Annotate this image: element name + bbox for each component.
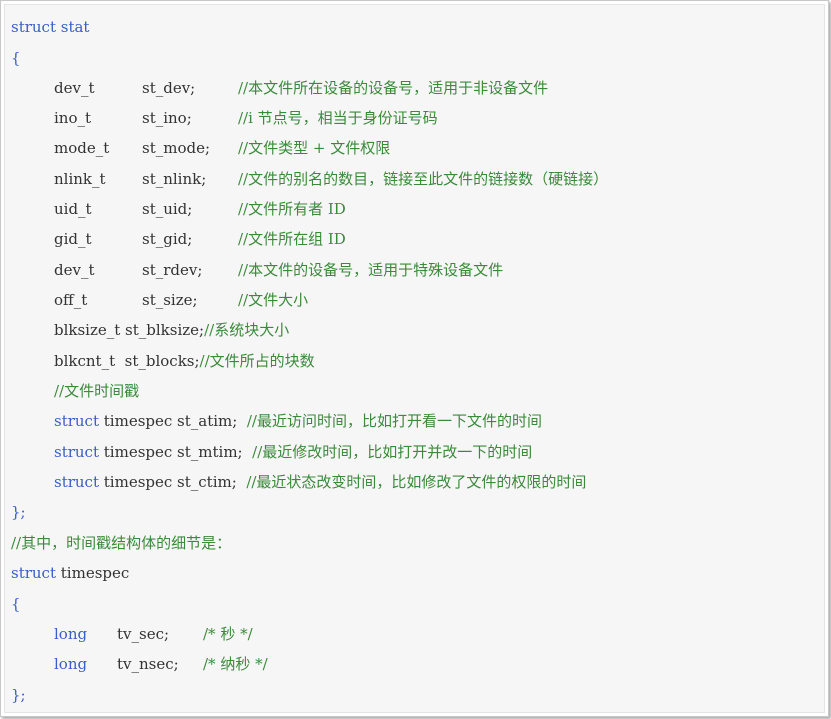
code-line-field: nlink_t st_nlink; //文件的别名的数目，链接至此文件的链接数（硬链… bbox=[54, 164, 608, 194]
keyword-struct: struct bbox=[54, 443, 99, 461]
field-decl: timespec st_ctim; bbox=[99, 473, 247, 491]
field-comment: //系统块大小 bbox=[204, 321, 290, 339]
code-line-field: ino_t st_ino; //i 节点号，相当于身份证号码 bbox=[54, 103, 438, 133]
code-line-field: mode_t st_mode; //文件类型 + 文件权限 bbox=[54, 133, 390, 163]
field-comment: /* 纳秒 */ bbox=[203, 655, 268, 673]
code-line-struct-timespec: struct timespec bbox=[11, 558, 129, 588]
code-line-field: off_t st_size; //文件大小 bbox=[54, 285, 308, 315]
code-line-ts-field: long tv_nsec; /* 纳秒 */ bbox=[54, 649, 268, 679]
field-member: st_rdev; bbox=[142, 261, 203, 279]
code-line-time-comment: //文件时间戳 bbox=[54, 382, 140, 400]
field-type: dev_t bbox=[54, 79, 95, 97]
field-type: mode_t bbox=[54, 139, 110, 157]
field-type: uid_t bbox=[54, 200, 92, 218]
code-line-time-field: struct timespec st_atim; //最近访问时间，比如打开看一… bbox=[54, 406, 542, 436]
field-comment: //文件所有者 ID bbox=[238, 200, 346, 218]
code-line-ts-field: long tv_sec; /* 秒 */ bbox=[54, 619, 253, 649]
field-member: st_dev; bbox=[142, 79, 196, 97]
code-snippet-frame: struct stat { dev_t st_dev; //本文件所在设备的设备号，… bbox=[0, 0, 829, 717]
code-line-blksize: blksize_t st_blksize;//系统块大小 bbox=[54, 315, 289, 345]
field-decl: timespec st_mtim; bbox=[99, 443, 253, 461]
field-comment: //文件的别名的数目，链接至此文件的链接数（硬链接） bbox=[238, 170, 609, 188]
code-line-field: uid_t st_uid; //文件所有者 ID bbox=[54, 194, 346, 224]
code-line-field: dev_t st_dev; //本文件所在设备的设备号，适用于非设备文件 bbox=[54, 73, 548, 103]
code-line-field: gid_t st_gid; //文件所在组 ID bbox=[54, 224, 346, 254]
field-comment: //本文件的设备号，适用于特殊设备文件 bbox=[238, 261, 504, 279]
code-line-close-brace: }; bbox=[11, 503, 26, 521]
field-member: tv_sec; bbox=[117, 625, 170, 643]
field-decl: blksize_t st_blksize; bbox=[54, 321, 205, 339]
field-type: dev_t bbox=[54, 261, 95, 279]
field-type: off_t bbox=[54, 291, 88, 309]
keyword-struct: struct bbox=[54, 412, 99, 430]
field-comment: //最近状态改变时间，比如修改了文件的权限的时间 bbox=[246, 473, 587, 491]
code-line-blkcnt: blkcnt_t st_blocks;//文件所占的块数 bbox=[54, 346, 315, 376]
code-line-field: dev_t st_rdev; //本文件的设备号，适用于特殊设备文件 bbox=[54, 255, 503, 285]
code-line-struct-stat: struct stat bbox=[11, 12, 89, 42]
field-comment: //文件所占的块数 bbox=[199, 352, 315, 370]
field-member: st_mode; bbox=[142, 139, 211, 157]
field-comment: //本文件所在设备的设备号，适用于非设备文件 bbox=[238, 79, 549, 97]
code-line-intro-comment: //其中，时间戳结构体的细节是： bbox=[11, 534, 232, 552]
field-member: st_nlink; bbox=[142, 170, 207, 188]
field-comment: //文件所在组 ID bbox=[238, 230, 346, 248]
field-member: st_size; bbox=[142, 291, 198, 309]
field-decl: blkcnt_t st_blocks; bbox=[54, 352, 200, 370]
field-type: nlink_t bbox=[54, 170, 106, 188]
code-line-time-field: struct timespec st_mtim; //最近修改时间，比如打开并改… bbox=[54, 437, 532, 467]
code-line-time-field: struct timespec st_ctim; //最近状态改变时间，比如修改… bbox=[54, 467, 586, 497]
field-member: st_uid; bbox=[142, 200, 193, 218]
field-comment: //i 节点号，相当于身份证号码 bbox=[238, 109, 438, 127]
field-comment: //最近访问时间，比如打开看一下文件的时间 bbox=[246, 412, 542, 430]
code-line-ts-open-brace: { bbox=[11, 595, 21, 613]
field-comment: //文件大小 bbox=[238, 291, 309, 309]
keyword-struct: struct bbox=[11, 564, 56, 582]
field-comment: /* 秒 */ bbox=[203, 625, 253, 643]
field-member: tv_nsec; bbox=[117, 655, 179, 673]
code-line-open-brace: { bbox=[11, 49, 21, 67]
struct-name: timespec bbox=[56, 564, 130, 582]
keyword-struct: struct stat bbox=[11, 18, 90, 36]
field-member: st_ino; bbox=[142, 109, 192, 127]
code-block: struct stat { dev_t st_dev; //本文件所在设备的设备号，… bbox=[4, 4, 825, 713]
field-type: gid_t bbox=[54, 230, 92, 248]
code-line-ts-close-brace: }; bbox=[11, 686, 26, 704]
field-comment: //最近修改时间，比如打开并改一下的时间 bbox=[252, 443, 533, 461]
field-type: long bbox=[54, 625, 88, 643]
field-type: long bbox=[54, 655, 88, 673]
field-decl: timespec st_atim; bbox=[99, 412, 247, 430]
field-type: ino_t bbox=[54, 109, 92, 127]
keyword-struct: struct bbox=[54, 473, 99, 491]
field-member: st_gid; bbox=[142, 230, 193, 248]
field-comment: //文件类型 + 文件权限 bbox=[238, 139, 391, 157]
